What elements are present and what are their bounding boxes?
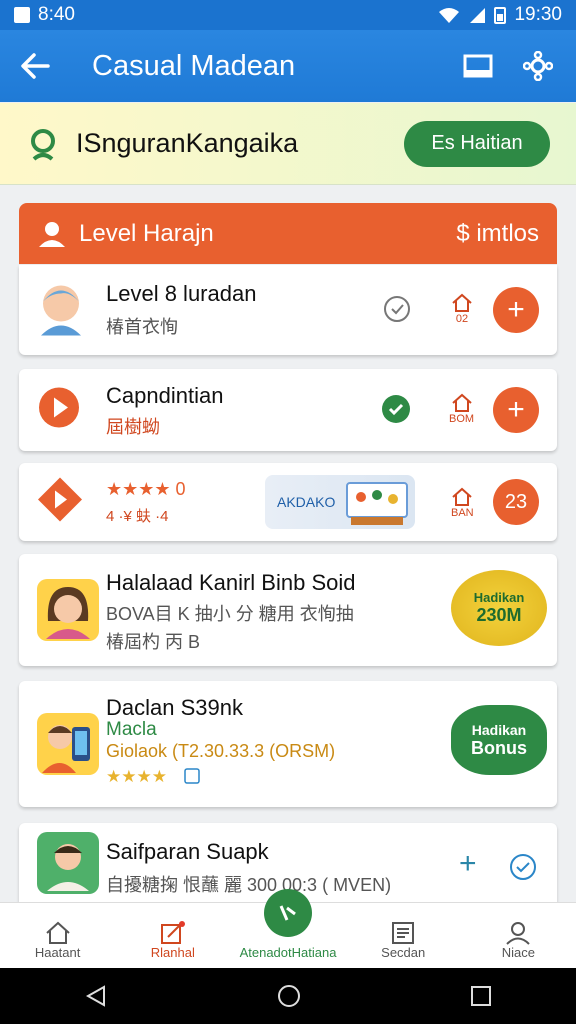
avatar <box>37 280 85 341</box>
nav-label: Niace <box>501 945 536 960</box>
count-badge-value: 23 <box>504 490 528 513</box>
home-label: BOM <box>449 413 475 425</box>
level-section-header: Level Harajn $ imtlos <box>19 203 557 264</box>
item-rating: ★★★★ <box>106 767 167 786</box>
promo-chip-label: AKDAKO <box>277 494 336 510</box>
list-item[interactable]: ★★★★ 0 4 ·¥ 蚨 ·4 AKDAKO BAN 23 <box>19 463 557 541</box>
search-icon <box>31 128 55 161</box>
home-icon <box>451 393 472 412</box>
item-title: Halalaad Kanirl Binb Soid <box>106 570 356 595</box>
home-badge[interactable]: BAN <box>451 487 474 519</box>
back-triangle-icon[interactable] <box>84 984 108 1008</box>
home-label: BAN <box>451 507 474 519</box>
user-icon <box>39 221 65 247</box>
item-title: Capndintian <box>106 383 224 408</box>
home-icon <box>452 293 472 312</box>
item-subtitle: 自擾糖掬 恨蘸 麗 300 00:3 ( MVEN) <box>106 875 392 895</box>
promo-chip[interactable]: AKDAKO <box>265 475 415 529</box>
nav-label: Rlanhal <box>150 945 195 960</box>
list-item[interactable]: Halalaad Kanirl Binb Soid BOVA目 K 抽小 分 糖… <box>19 554 557 666</box>
item-detail: Giolaok (T2.30.33.3 (ORSM) <box>106 741 336 761</box>
bonus-text: Hadikan <box>473 590 525 605</box>
person-icon <box>506 922 531 945</box>
document-icon <box>392 922 415 944</box>
center-action-button[interactable] <box>264 889 312 937</box>
item-title: Level 8 luradan <box>106 281 257 306</box>
gift-illustration-icon <box>346 482 409 525</box>
settings-button[interactable] <box>518 46 558 86</box>
item-subtitle-secondary: 椿屆杓 丙 B <box>106 632 201 652</box>
item-title: Saifparan Suapk <box>106 839 269 864</box>
system-navigation-bar <box>0 968 576 1024</box>
home-badge[interactable]: 02 <box>451 293 473 325</box>
status-time: 8:40 <box>38 4 75 25</box>
item-subtitle: BOVA目 K 抽小 分 糖用 衣恂抽 <box>106 604 354 624</box>
home-icon <box>452 487 472 506</box>
nav-label: AtenadotHatiana <box>239 945 337 960</box>
window-button[interactable] <box>458 46 498 86</box>
level-header-count: $ imtlos <box>456 219 539 247</box>
item-subtitle: 屆樹蚴 <box>106 417 160 437</box>
list-item[interactable]: Level 8 luradan 椿首衣恂 02 + <box>19 265 557 355</box>
page-title: Casual Madean <box>92 49 296 82</box>
home-label: 02 <box>455 313 469 325</box>
gear-icon <box>523 51 553 81</box>
wifi-icon <box>439 8 460 23</box>
item-title: Daclan S39nk <box>106 695 243 720</box>
status-clock: 19:30 <box>514 4 562 25</box>
info-icon[interactable] <box>184 768 200 784</box>
nav-item-section[interactable]: Secdan <box>346 903 461 968</box>
home-badge[interactable]: BOM <box>449 393 474 425</box>
window-icon <box>463 54 493 78</box>
avatar <box>37 832 99 894</box>
list-item[interactable]: Daclan S39nk Macla Giolaok (T2.30.33.3 (… <box>19 681 557 807</box>
home-circle-icon[interactable] <box>277 984 301 1008</box>
add-icon[interactable]: + <box>459 847 477 881</box>
bonus-line-2: Bonus <box>471 737 527 758</box>
rating-subtext: 4 ·¥ 蚨 ·4 <box>106 508 169 525</box>
list-item[interactable]: Capndintian 屆樹蚴 BOM + <box>19 369 557 451</box>
rating-stars: ★★★★ 0 <box>106 479 186 499</box>
app-bar: Casual Madean <box>0 30 576 102</box>
nav-item-profile[interactable]: Niace <box>461 903 576 968</box>
item-subtitle: 椿首衣恂 <box>106 317 178 337</box>
nav-item-home[interactable]: Haatant <box>0 903 115 968</box>
plus-icon: + <box>507 393 525 426</box>
item-tag: Macla <box>106 719 157 740</box>
search-action-button[interactable]: Es Haitian <box>404 120 550 167</box>
app-notification-icon <box>14 7 30 23</box>
search-query[interactable]: ISnguranKangaika <box>76 128 298 159</box>
back-button[interactable] <box>0 30 70 102</box>
count-badge[interactable]: 23 <box>493 479 539 525</box>
nav-label: Haatant <box>34 945 81 960</box>
bonus-badge[interactable]: Hadikan 230M <box>451 570 547 646</box>
recents-square-icon[interactable] <box>470 985 492 1007</box>
tag-icon <box>279 905 296 921</box>
nav-label: Secdan <box>381 945 426 960</box>
add-button[interactable]: + <box>493 387 539 433</box>
add-button[interactable]: + <box>493 287 539 333</box>
plus-icon: + <box>507 293 525 326</box>
back-arrow-icon <box>21 53 50 79</box>
check-circle-icon[interactable] <box>383 295 411 323</box>
nav-item-center[interactable]: AtenadotHatiana <box>230 889 345 968</box>
level-header-label: Level Harajn <box>79 219 214 247</box>
battery-icon <box>494 7 507 24</box>
bottom-navigation: Haatant Rlanhal AtenadotHatiana Secdan N… <box>0 889 576 968</box>
avatar <box>37 713 99 775</box>
edit-icon <box>160 921 185 944</box>
check-circle-icon[interactable] <box>509 853 537 881</box>
play-diamond-icon <box>37 477 83 528</box>
home-icon <box>45 921 70 944</box>
signal-icon <box>470 8 486 23</box>
avatar <box>37 579 99 641</box>
status-bar: 8:40 19:30 <box>0 0 576 30</box>
check-circle-filled-icon[interactable] <box>381 394 411 424</box>
bonus-badge[interactable]: Hadikan Bonus <box>451 705 547 775</box>
bonus-line-1: Hadikan <box>471 721 527 738</box>
play-icon <box>37 386 81 435</box>
bonus-value: 230M <box>476 605 522 625</box>
search-bar[interactable]: ISnguranKangaika Es Haitian <box>0 103 576 185</box>
nav-item-plan[interactable]: Rlanhal <box>115 903 230 968</box>
